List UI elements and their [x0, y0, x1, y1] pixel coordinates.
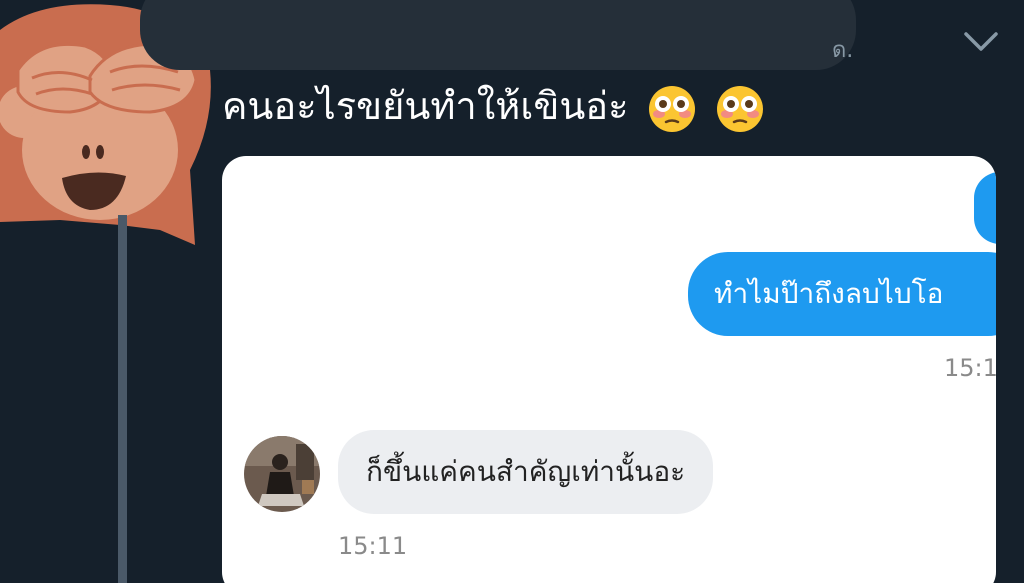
incoming-message-text: ก็ขึ้นแค่คนสำคัญเท่านั้นอะ [366, 455, 686, 488]
outgoing-timestamp: 15:1 [944, 354, 996, 382]
outgoing-bubble-partial [974, 172, 996, 244]
contact-avatar [244, 436, 320, 512]
outgoing-message-text: ทำไมป๊าถึงลบไบโอ [714, 277, 944, 310]
flushed-face-emoji [647, 84, 697, 134]
tweet-text: คนอะไรขยันทำให้เขินอ่ะ [222, 84, 629, 128]
redacted-header [140, 0, 856, 70]
tweet-body: คนอะไรขยันทำให้เขินอ่ะ [222, 76, 765, 136]
flushed-face-emoji [715, 84, 765, 134]
tweet-menu-button[interactable] [958, 22, 1004, 62]
header-trailing-text: ด. [832, 38, 854, 63]
thread-connector-line [118, 215, 127, 583]
chevron-down-icon [964, 32, 998, 51]
person-photo-icon [244, 436, 320, 512]
incoming-timestamp: 15:11 [338, 532, 408, 560]
tweet-screen: ด. คนอะไรขยันทำให้เขินอ่ะ ทำไมป๊าถึงลบไบ… [0, 0, 1024, 583]
incoming-message-bubble: ก็ขึ้นแค่คนสำคัญเท่านั้นอะ [338, 430, 714, 514]
outgoing-message-bubble: ทำไมป๊าถึงลบไบโอ [688, 252, 996, 336]
attached-chat-image[interactable]: ทำไมป๊าถึงลบไบโอ 15:1 ก็ขึ้นแค่คนสำคัญเท… [222, 156, 996, 583]
